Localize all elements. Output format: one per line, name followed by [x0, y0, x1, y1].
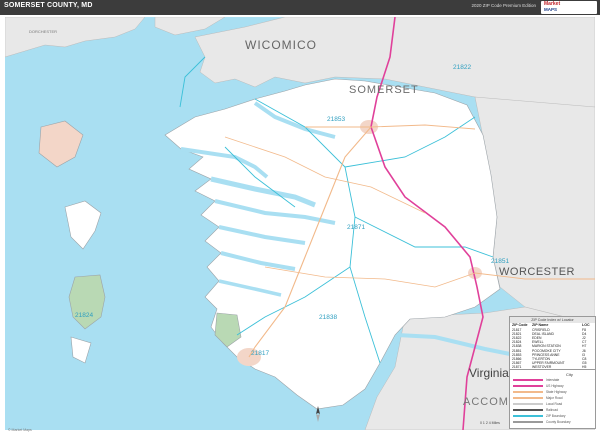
key-line: [513, 403, 543, 405]
worcester-label: WORCESTER: [499, 266, 575, 278]
key-line: [513, 385, 543, 387]
key-label: State Highway: [546, 389, 567, 394]
scale-bar: 0 1 2 4 Miles: [480, 421, 500, 425]
header-bar: SOMERSET COUNTY, MD 2020 ZIP Code Premiu…: [0, 0, 600, 15]
zip-label-21871: 21871: [347, 224, 365, 231]
virginia-label: Virginia: [469, 366, 509, 380]
market-maps-logo: Market MAPS: [541, 1, 597, 14]
logo-text-bottom: MAPS: [544, 7, 558, 12]
dorchester-label: DORCHESTER: [29, 29, 57, 34]
zip-label-21817: 21817: [251, 350, 269, 357]
legend-header-zip: ZIP Code: [512, 323, 528, 327]
map-subtitle: 2020 ZIP Code Premium Edition: [471, 3, 536, 8]
key-line: [513, 415, 543, 417]
key-label: Railroad: [546, 407, 558, 412]
key-label: US Highway: [546, 383, 564, 388]
zip-label-21853: 21853: [327, 116, 345, 123]
key-label: County Boundary: [546, 419, 571, 424]
zip-label-21824: 21824: [75, 312, 93, 319]
zip-index-legend: ZIP Code Index w/ Locator ZIP Code ZIP N…: [509, 316, 596, 370]
compass-south-arrow: [316, 414, 320, 422]
map-frame: SOMERSET COUNTY, MD 2020 ZIP Code Premiu…: [0, 0, 600, 436]
compass-rose: [312, 406, 324, 427]
key-label: ZIP Boundary: [546, 413, 566, 418]
key-label: Major Road: [546, 395, 563, 400]
map-title: SOMERSET COUNTY, MD: [4, 2, 93, 9]
wicomico-label: WICOMICO: [245, 38, 317, 52]
zip-label-21851: 21851: [491, 258, 509, 265]
key-line: [513, 379, 543, 381]
key-label: Local Road: [546, 401, 563, 406]
key-line: [513, 397, 543, 399]
key-label: Interstate: [546, 377, 560, 382]
copyright-text: © Market Maps: [8, 428, 32, 432]
map-key: City Interstate US Highway State Highway Ma…: [509, 369, 596, 429]
key-line: [513, 409, 543, 411]
somerset-label: SOMERSET: [349, 84, 419, 96]
zip-label-21838: 21838: [319, 314, 337, 321]
compass-north-arrow: [316, 406, 320, 414]
key-line: [513, 421, 543, 423]
zip-label-21822: 21822: [453, 64, 471, 71]
key-city-label: City: [566, 372, 573, 377]
legend-header-name: ZIP Name: [532, 323, 549, 327]
county-map: WICOMICO SOMERSET WORCESTER Virginia ACC…: [5, 17, 595, 430]
key-line: [513, 391, 543, 393]
legend-header-loc: LOC: [582, 323, 590, 327]
